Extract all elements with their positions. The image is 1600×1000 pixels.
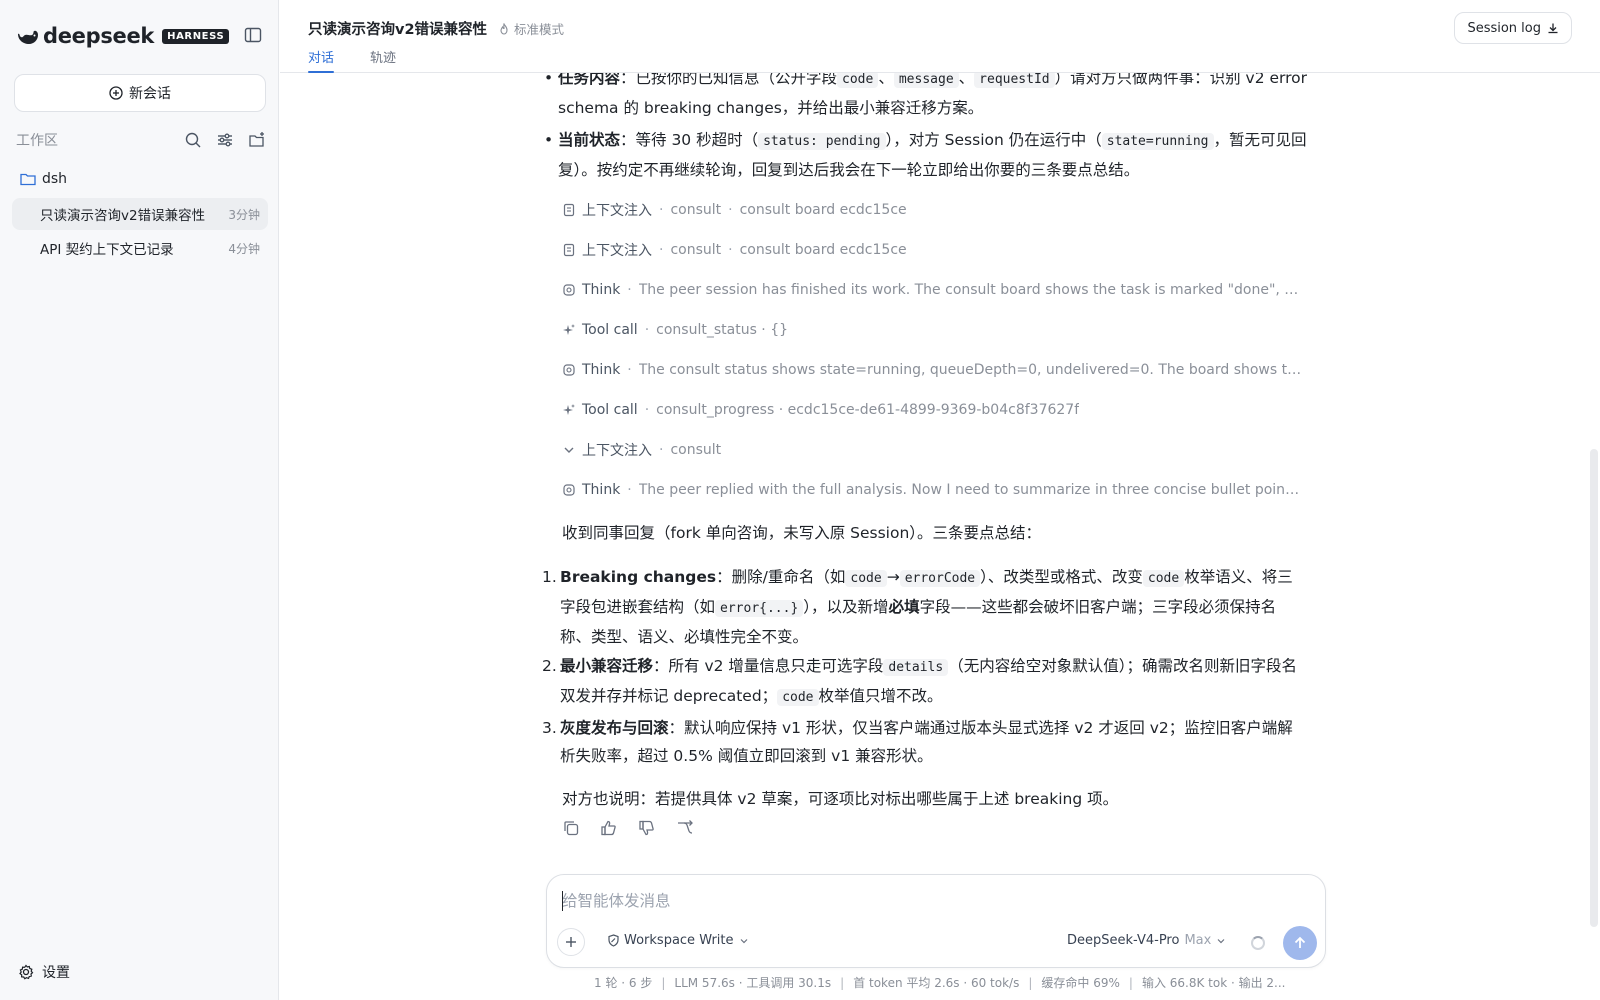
chat-item[interactable]: API 契约上下文已记录 4分钟 [12,232,268,264]
new-folder-icon[interactable] [248,131,266,149]
settings-label: 设置 [42,965,70,981]
session-log-button[interactable]: Session log [1454,12,1572,44]
conversation: 任务内容：已按你的已知信息（公开字段code、message、requestId… [280,73,1600,1000]
bullet-task: 任务内容：已按你的已知信息（公开字段code、message、requestId… [544,73,1308,122]
run-stats: 1 轮 · 6 步 | LLM 57.6s · 工具调用 30.1s | 首 token… [594,976,1286,990]
trace-tool-row[interactable]: Tool call · consult_progress · ecdc15ce-de… [562,400,1304,420]
thumbs-down-icon[interactable] [638,819,656,837]
mode-label: 标准模式 [514,22,565,37]
summary-item-2: 2. 最小兼容迁移：所有 v2 增量信息只走可选字段 details （无内容给空对… [542,657,1297,706]
sidebar: deepseek HARNESS 新会话 工作区 dsh 只读演示咨询v2错误兼… [0,0,279,1000]
add-attachment-button[interactable] [557,928,585,956]
summary-outro: 对方也说明：若提供具体 v2 草案，可逐项比对标出哪些属于上述 breaking… [562,790,1119,808]
search-icon[interactable] [184,131,202,149]
sidebar-toggle-icon[interactable] [244,26,262,44]
stat-first-token: 首 token 平均 2.6s · 60 tok/s [853,976,1020,990]
message-actions [562,819,694,837]
trace-tool-row[interactable]: Tool call · consult_status · {} [562,320,1304,340]
send-button[interactable] [1283,926,1317,960]
summary-item-3: 3. 灰度发布与回滚：默认响应保持 v1 形状，仅当客户端通过版本头显式选择 v… [542,719,1293,765]
thumbs-up-icon[interactable] [600,819,618,837]
stat-turns: 1 轮 · 6 步 [594,976,653,990]
workspace-label: 工作区 [16,133,58,149]
mode-indicator[interactable]: 标准模式 [498,19,564,38]
brand-name: deepseek [43,24,155,48]
trace-think-row[interactable]: Think · The peer replied with the full ana… [562,480,1304,500]
workspace-mode-label: Workspace Write [624,933,734,948]
document-icon [563,243,575,257]
loading-spinner-icon [1251,936,1265,950]
chevron-down-icon [564,447,574,453]
model-select[interactable]: DeepSeek-V4-Pro Max [1067,933,1227,948]
model-label: DeepSeek-V4-Pro [1067,933,1180,948]
new-chat-label: 新会话 [129,86,171,102]
stat-tokens: 输入 66.8K tok · 输出 2... [1141,976,1286,990]
branch-icon[interactable] [676,819,694,837]
tabs: 对话 轨迹 [308,47,396,73]
chevron-down-icon [1217,938,1225,943]
sparkle-icon [563,404,575,415]
gear-icon [19,964,34,980]
trace-context-row[interactable]: 上下文注入 · consult · consult board ecdc15ce [562,240,1304,260]
whale-logo-icon [18,30,38,44]
folder-label: dsh [42,171,68,187]
shield-edit-icon [608,934,619,947]
model-level: Max [1184,933,1212,948]
summary-item-1: 1. Breaking changes：删除/重命名（如 code → errorCo… [542,568,1293,646]
page-title: 只读演示咨询v2错误兼容性 [308,22,488,38]
trace-context-row-expanded[interactable]: 上下文注入 · consult [562,440,1304,460]
think-icon [563,284,575,296]
workspace-folder[interactable]: dsh [20,168,67,190]
settings-button[interactable]: 设置 [18,962,70,982]
brand-logo[interactable]: deepseek HARNESS [16,22,230,50]
workspace-row: 工作区 [16,128,266,152]
download-icon [1548,23,1558,34]
think-icon [563,484,575,496]
new-chat-button[interactable]: 新会话 [14,74,266,112]
chevron-down-icon [740,938,747,943]
bullet-status: 当前状态：等待 30 秒超时（status: pending），对方 Sessi… [544,126,1308,184]
sparkle-icon [563,324,575,335]
chat-item-title: API 契约上下文已记录 [40,242,174,258]
filter-sliders-icon[interactable] [216,131,234,149]
summary-intro: 收到同事回复（fork 单向咨询，未写入原 Session）。三条要点总结： [562,524,1042,542]
arrow-up-icon [1294,936,1306,948]
think-icon [563,364,575,376]
tab-trace[interactable]: 轨迹 [370,47,396,73]
plus-circle-icon [109,86,123,100]
stat-latency: LLM 57.6s · 工具调用 30.1s [674,976,832,990]
workspace-mode-select[interactable]: Workspace Write [607,933,754,948]
document-icon [563,203,575,217]
session-log-label: Session log [1467,20,1541,36]
folder-icon [20,173,36,186]
stat-cache: 缓存命中 69% [1041,976,1120,990]
scrollbar[interactable] [1590,449,1598,927]
composer: Workspace Write DeepSeek-V4-Pro Max [546,874,1326,968]
text-caret [562,891,563,911]
trace-context-row[interactable]: 上下文注入 · consult · consult board ecdc15ce [562,200,1304,220]
chat-item-title: 只读演示咨询v2错误兼容性 [40,208,206,224]
top-header: 只读演示咨询v2错误兼容性 标准模式 对话 轨迹 Session log [280,0,1600,73]
brand-badge: HARNESS [162,28,230,44]
tab-chat[interactable]: 对话 [308,47,335,73]
chat-item-active[interactable]: 只读演示咨询v2错误兼容性 3分钟 [12,198,268,230]
chat-item-time: 3分钟 [228,207,260,222]
message-input[interactable] [562,889,1302,913]
copy-icon[interactable] [562,819,580,837]
trace-think-row[interactable]: Think · The peer session has finished its … [562,280,1304,300]
flame-icon [500,22,508,35]
chat-item-time: 4分钟 [228,241,260,256]
trace-think-row[interactable]: Think · The consult status shows state=run… [562,360,1304,380]
plus-icon [566,937,576,947]
